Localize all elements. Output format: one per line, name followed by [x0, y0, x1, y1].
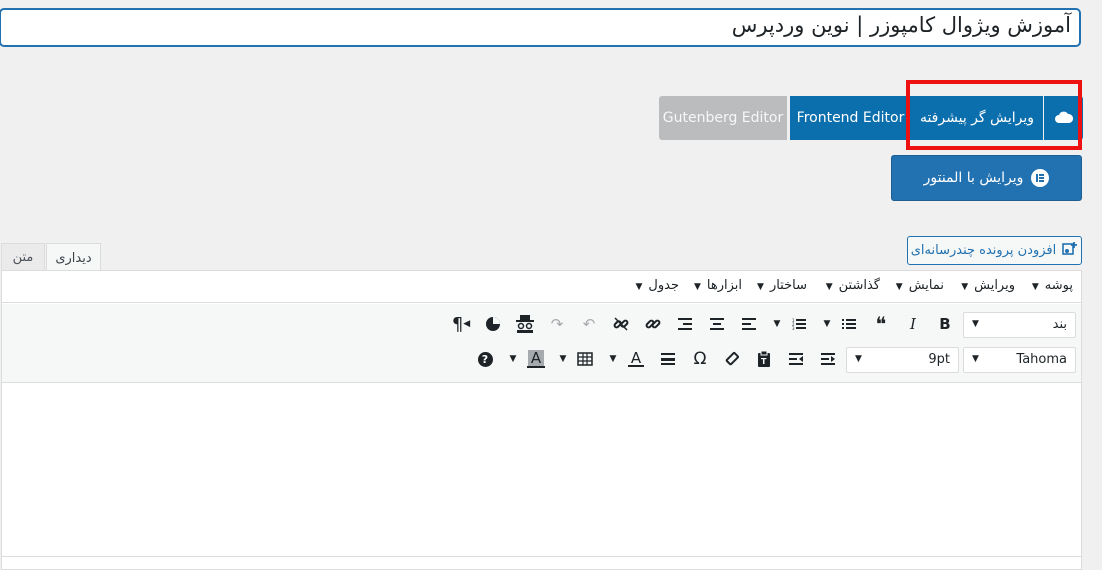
advanced-editor-button[interactable]: ویرایش گر پیشرفته — [911, 96, 1043, 140]
background-color-dropdown-icon[interactable]: ▼ — [508, 348, 518, 370]
clear-formatting-icon[interactable] — [721, 348, 743, 370]
paragraph-rtl-icon[interactable]: ¶ ◀ — [450, 313, 472, 335]
bullet-list-icon[interactable] — [838, 313, 860, 335]
link-icon[interactable] — [642, 313, 664, 335]
numbered-list-icon[interactable]: 123 — [788, 313, 810, 335]
align-left-icon[interactable] — [738, 313, 760, 335]
unlink-icon[interactable] — [610, 313, 632, 335]
omega-icon[interactable]: Ω — [689, 348, 711, 370]
add-media-label: افزودن پرونده چندرسانه‌ای — [910, 243, 1057, 258]
text-color-icon[interactable]: A — [625, 348, 647, 370]
bold-icon[interactable]: B — [934, 313, 956, 335]
tab-visual[interactable]: دیداری — [46, 243, 101, 272]
font-family-select[interactable]: Tahoma ▼ — [963, 347, 1076, 373]
align-center-icon[interactable] — [706, 313, 728, 335]
font-size-select[interactable]: 9pt ▼ — [846, 347, 959, 373]
gutenberg-editor-button[interactable]: Gutenberg Editor — [659, 96, 787, 140]
menu-file[interactable]: پوشه▼ — [1032, 278, 1073, 293]
cloud-builder-button[interactable] — [1044, 96, 1083, 140]
menu-table[interactable]: جدول▼ — [635, 278, 679, 293]
paste-text-icon[interactable]: T — [753, 348, 775, 370]
editor-content-area[interactable] — [2, 384, 1081, 556]
spy-icon[interactable] — [514, 313, 536, 335]
add-media-button[interactable]: افزودن پرونده چندرسانه‌ای — [907, 236, 1082, 265]
tab-text[interactable]: متن — [1, 243, 45, 271]
add-media-icon — [1062, 241, 1078, 261]
post-title-text: آموزش ویژوال کامپوزر | نوین وردپرس — [731, 13, 1071, 37]
outdent-icon[interactable] — [785, 348, 807, 370]
edit-with-elementor-label: ویرایش با المنتور — [923, 170, 1024, 186]
svg-text:T: T — [761, 357, 767, 366]
help-icon[interactable]: ? — [474, 348, 496, 370]
elementor-icon — [1031, 169, 1050, 187]
menu-edit[interactable]: ویرایش▼ — [961, 278, 1015, 293]
menu-tools[interactable]: ابزارها▼ — [694, 278, 742, 293]
menu-insert[interactable]: گذاشتن▼ — [826, 278, 880, 293]
pie-chart-icon[interactable] — [482, 313, 504, 335]
align-right-icon[interactable] — [674, 313, 696, 335]
cloud-icon — [1054, 111, 1073, 123]
indent-icon[interactable] — [817, 348, 839, 370]
table-dropdown-icon[interactable]: ▼ — [558, 348, 568, 370]
menu-view[interactable]: نمایش▼ — [896, 278, 944, 293]
italic-icon[interactable]: I — [902, 313, 924, 335]
post-title-input[interactable]: آموزش ویژوال کامپوزر | نوین وردپرس — [0, 9, 1080, 46]
edit-with-elementor-button[interactable]: ویرایش با المنتور — [891, 155, 1082, 201]
background-color-icon[interactable]: A — [525, 348, 547, 370]
menu-format[interactable]: ساختار▼ — [757, 278, 807, 293]
svg-text:3: 3 — [792, 326, 795, 330]
redo-icon[interactable]: ↷ — [546, 313, 568, 335]
blockquote-icon[interactable]: ❝ — [870, 312, 892, 336]
horizontal-line-icon[interactable] — [657, 348, 679, 370]
undo-icon[interactable]: ↶ — [578, 313, 600, 335]
table-icon[interactable] — [574, 348, 596, 370]
frontend-editor-button[interactable]: Frontend Editor — [790, 96, 911, 140]
text-color-dropdown-icon[interactable]: ▼ — [608, 348, 618, 370]
format-select[interactable]: بند ▼ — [963, 312, 1076, 338]
editor-statusbar — [2, 556, 1081, 563]
numbered-list-dropdown-icon[interactable]: ▼ — [772, 313, 782, 335]
bullet-list-dropdown-icon[interactable]: ▼ — [822, 313, 832, 335]
